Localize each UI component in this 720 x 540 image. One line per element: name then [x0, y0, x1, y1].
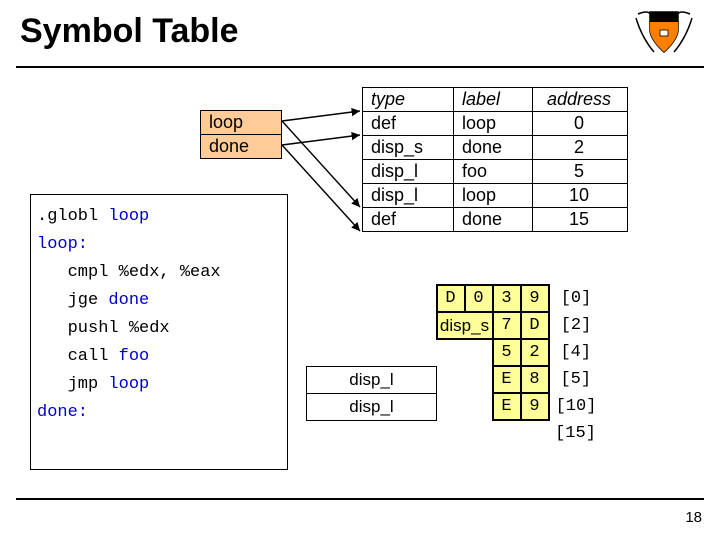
byte-cell: 2	[521, 339, 549, 366]
sym-header: label	[454, 88, 533, 112]
divider-top	[16, 66, 704, 68]
sym-cell: disp_l	[363, 184, 454, 208]
encoding-table: D 0 3 9 [0] disp_s 7 D [2] 5 2 [4] disp_…	[306, 284, 603, 447]
labels-box: loop done	[200, 110, 282, 159]
code-text: jmp	[37, 375, 108, 394]
sym-cell: 0	[533, 112, 628, 136]
code-ref: done	[108, 291, 149, 310]
labels-box-row: done	[201, 135, 281, 158]
code-text: .globl	[37, 207, 108, 226]
sym-cell: done	[454, 136, 533, 160]
disp-cell: disp_l	[307, 366, 437, 393]
offset-note: [15]	[549, 420, 603, 447]
sym-cell: done	[454, 208, 533, 232]
byte-cell: D	[521, 312, 549, 339]
code-label: loop:	[37, 231, 281, 259]
offset-note: [2]	[549, 312, 603, 339]
sym-cell: loop	[454, 112, 533, 136]
code-ref: loop	[108, 375, 149, 394]
page-number: 18	[685, 509, 702, 526]
sym-header: address	[533, 88, 628, 112]
disp-cell: disp_l	[307, 393, 437, 420]
byte-cell: D	[437, 285, 465, 312]
byte-cell: 0	[465, 285, 493, 312]
sym-cell: 5	[533, 160, 628, 184]
byte-cell: 3	[493, 285, 521, 312]
sym-cell: disp_l	[363, 160, 454, 184]
princeton-shield-icon	[632, 8, 696, 65]
sym-cell: loop	[454, 184, 533, 208]
labels-box-row: loop	[201, 111, 281, 135]
code-ref: loop	[108, 207, 149, 226]
sym-cell: foo	[454, 160, 533, 184]
byte-cell: 5	[493, 339, 521, 366]
slide-title: Symbol Table	[20, 12, 239, 51]
code-text: cmpl %edx, %eax	[37, 259, 281, 287]
sym-cell: 2	[533, 136, 628, 160]
assembly-code: .globl loop loop: cmpl %edx, %eax jge do…	[30, 194, 288, 470]
byte-cell: 7	[493, 312, 521, 339]
offset-note: [10]	[549, 393, 603, 420]
disp-cell: disp_s	[437, 312, 493, 339]
byte-cell: E	[493, 393, 521, 420]
offset-note: [4]	[549, 339, 603, 366]
sym-cell: 10	[533, 184, 628, 208]
code-ref: foo	[119, 347, 150, 366]
sym-header: type	[363, 88, 454, 112]
code-text: jge	[37, 291, 108, 310]
sym-cell: disp_s	[363, 136, 454, 160]
code-label: done:	[37, 399, 281, 427]
code-text: pushl %edx	[37, 315, 281, 343]
sym-cell: 15	[533, 208, 628, 232]
sym-cell: def	[363, 112, 454, 136]
byte-cell: E	[493, 366, 521, 393]
divider-bottom	[16, 498, 704, 500]
sym-cell: def	[363, 208, 454, 232]
byte-cell: 9	[521, 393, 549, 420]
offset-note: [0]	[549, 285, 603, 312]
pointer-arrows	[280, 85, 364, 235]
symbol-table: type label address def loop 0 disp_s don…	[362, 87, 628, 232]
code-text: call	[37, 347, 119, 366]
byte-cell: 8	[521, 366, 549, 393]
offset-note: [5]	[549, 366, 603, 393]
byte-cell: 9	[521, 285, 549, 312]
